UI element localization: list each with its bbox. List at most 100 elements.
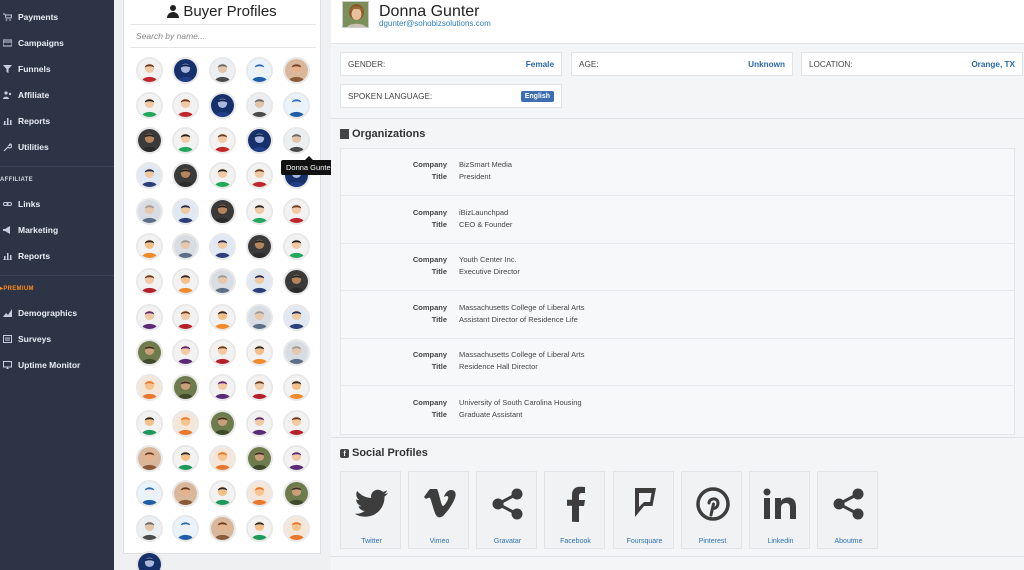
buyer-avatar[interactable] — [208, 91, 236, 119]
buyer-avatar[interactable] — [171, 233, 199, 260]
buyer-avatar[interactable] — [171, 268, 199, 296]
social-tile-foursquare[interactable]: Foursquare — [613, 471, 674, 549]
campaigns-icon — [2, 39, 12, 48]
buyer-avatar[interactable] — [135, 91, 163, 119]
buyer-avatar[interactable] — [171, 374, 199, 402]
profile-email-link[interactable]: dgunter@sohobizsolutions.com — [379, 19, 491, 28]
buyer-avatar[interactable] — [245, 56, 273, 84]
buyer-avatar[interactable] — [135, 374, 163, 402]
buyer-avatar[interactable] — [208, 268, 236, 296]
buyer-avatar[interactable] — [282, 374, 310, 402]
sidebar-item-surveys[interactable]: Surveys — [0, 329, 114, 349]
buyer-avatar[interactable] — [282, 409, 310, 437]
buyer-avatar[interactable] — [208, 233, 236, 260]
social-tile-facebook[interactable]: Facebook — [544, 471, 605, 549]
buyer-avatar[interactable] — [208, 56, 236, 84]
sidebar: Payments Campaigns Funnels Affiliate Rep… — [0, 0, 114, 570]
buyer-avatar[interactable] — [135, 268, 163, 296]
buyer-avatar[interactable] — [135, 550, 163, 570]
sidebar-item-reports[interactable]: Reports — [0, 111, 114, 131]
buyer-avatar[interactable] — [282, 127, 310, 155]
buyer-avatar[interactable] — [282, 515, 310, 543]
buyer-avatar[interactable] — [208, 409, 236, 437]
sidebar-item-affiliate-reports[interactable]: Reports — [0, 246, 114, 266]
buyer-avatar[interactable] — [208, 162, 236, 190]
language-label: SPOKEN LANGUAGE: — [348, 91, 433, 101]
buyer-avatar[interactable] — [171, 56, 199, 84]
search-input[interactable] — [130, 25, 316, 47]
social-tile-gravatar[interactable]: Gravatar — [476, 471, 537, 549]
buyer-avatar[interactable] — [208, 515, 236, 543]
buyer-avatar[interactable] — [245, 444, 273, 472]
buyer-avatar[interactable] — [135, 338, 163, 366]
buyer-avatar[interactable] — [135, 56, 163, 84]
social-tile-vimeo[interactable]: Vimeo — [408, 471, 469, 549]
buyer-avatar[interactable] — [282, 303, 310, 331]
sidebar-item-label: Links — [18, 199, 41, 209]
buyer-avatar[interactable] — [208, 338, 236, 366]
buyer-avatar[interactable] — [245, 338, 273, 366]
buyer-avatar[interactable] — [245, 374, 273, 402]
sidebar-item-label: Utilities — [18, 142, 49, 152]
social-tile-aboutme[interactable]: Aboutme — [817, 471, 878, 549]
buyer-avatar[interactable] — [135, 233, 163, 260]
sidebar-item-links[interactable]: Links — [0, 194, 114, 214]
buyer-avatar[interactable] — [245, 233, 273, 260]
buyer-avatar[interactable] — [171, 444, 199, 472]
pinterest-icon — [682, 480, 743, 528]
buyer-avatar[interactable] — [282, 91, 310, 119]
buyer-avatar[interactable] — [171, 515, 199, 543]
buyer-avatar[interactable] — [208, 374, 236, 402]
sidebar-item-campaigns[interactable]: Campaigns — [0, 33, 114, 53]
buyer-avatar[interactable] — [208, 303, 236, 331]
buyer-avatar[interactable] — [282, 444, 310, 472]
buyer-avatar[interactable] — [135, 409, 163, 437]
buyer-avatar[interactable] — [282, 197, 310, 225]
buyer-avatar[interactable] — [245, 127, 273, 155]
sidebar-item-marketing[interactable]: Marketing — [0, 220, 114, 240]
buyer-avatar[interactable] — [282, 338, 310, 366]
social-tile-twitter[interactable]: Twitter — [340, 471, 401, 549]
buyer-avatar[interactable] — [208, 127, 236, 155]
buyer-avatar[interactable] — [135, 127, 163, 155]
buyer-avatar[interactable] — [171, 480, 199, 508]
buyer-avatar[interactable] — [245, 162, 273, 190]
buyer-avatar[interactable] — [135, 303, 163, 331]
buyer-avatar[interactable] — [245, 409, 273, 437]
buyer-avatar[interactable] — [171, 127, 199, 155]
social-tile-linkedin[interactable]: Linkedin — [749, 471, 810, 549]
buyer-avatar[interactable] — [208, 444, 236, 472]
buyer-avatar[interactable] — [282, 56, 310, 84]
buyer-avatar[interactable] — [245, 268, 273, 296]
buyer-avatar[interactable] — [135, 162, 163, 190]
buyer-avatar[interactable] — [245, 480, 273, 508]
sidebar-item-label: Reports — [18, 116, 51, 126]
buyer-avatar[interactable] — [171, 409, 199, 437]
sidebar-item-affiliate[interactable]: Affiliate — [0, 85, 114, 105]
sidebar-item-uptime-monitor[interactable]: Uptime Monitor — [0, 355, 114, 375]
sidebar-item-utilities[interactable]: Utilities — [0, 137, 114, 157]
buyer-avatar[interactable] — [208, 197, 236, 225]
buyer-avatar[interactable] — [135, 197, 163, 225]
buyer-avatar[interactable] — [282, 268, 310, 296]
buyer-avatar[interactable] — [245, 197, 273, 225]
buyer-avatar[interactable] — [171, 303, 199, 331]
buyer-avatar[interactable] — [171, 338, 199, 366]
buyer-avatar[interactable] — [282, 480, 310, 508]
buyer-avatar[interactable] — [135, 444, 163, 472]
sidebar-item-demographics[interactable]: Demographics — [0, 303, 114, 323]
buyer-avatar[interactable] — [245, 303, 273, 331]
social-tile-pinterest[interactable]: Pinterest — [681, 471, 742, 549]
buyer-avatar[interactable] — [208, 480, 236, 508]
buyer-avatar[interactable] — [171, 162, 199, 190]
sidebar-item-payments[interactable]: Payments — [0, 7, 114, 27]
sidebar-item-funnels[interactable]: Funnels — [0, 59, 114, 79]
buyer-avatar[interactable] — [135, 515, 163, 543]
buyer-avatar[interactable] — [135, 480, 163, 508]
buyer-avatar[interactable] — [282, 233, 310, 260]
buyer-avatar[interactable] — [245, 91, 273, 119]
buyer-avatar[interactable] — [245, 515, 273, 543]
affiliate-icon — [2, 91, 12, 100]
buyer-avatar[interactable] — [171, 91, 199, 119]
buyer-avatar[interactable] — [171, 197, 199, 225]
